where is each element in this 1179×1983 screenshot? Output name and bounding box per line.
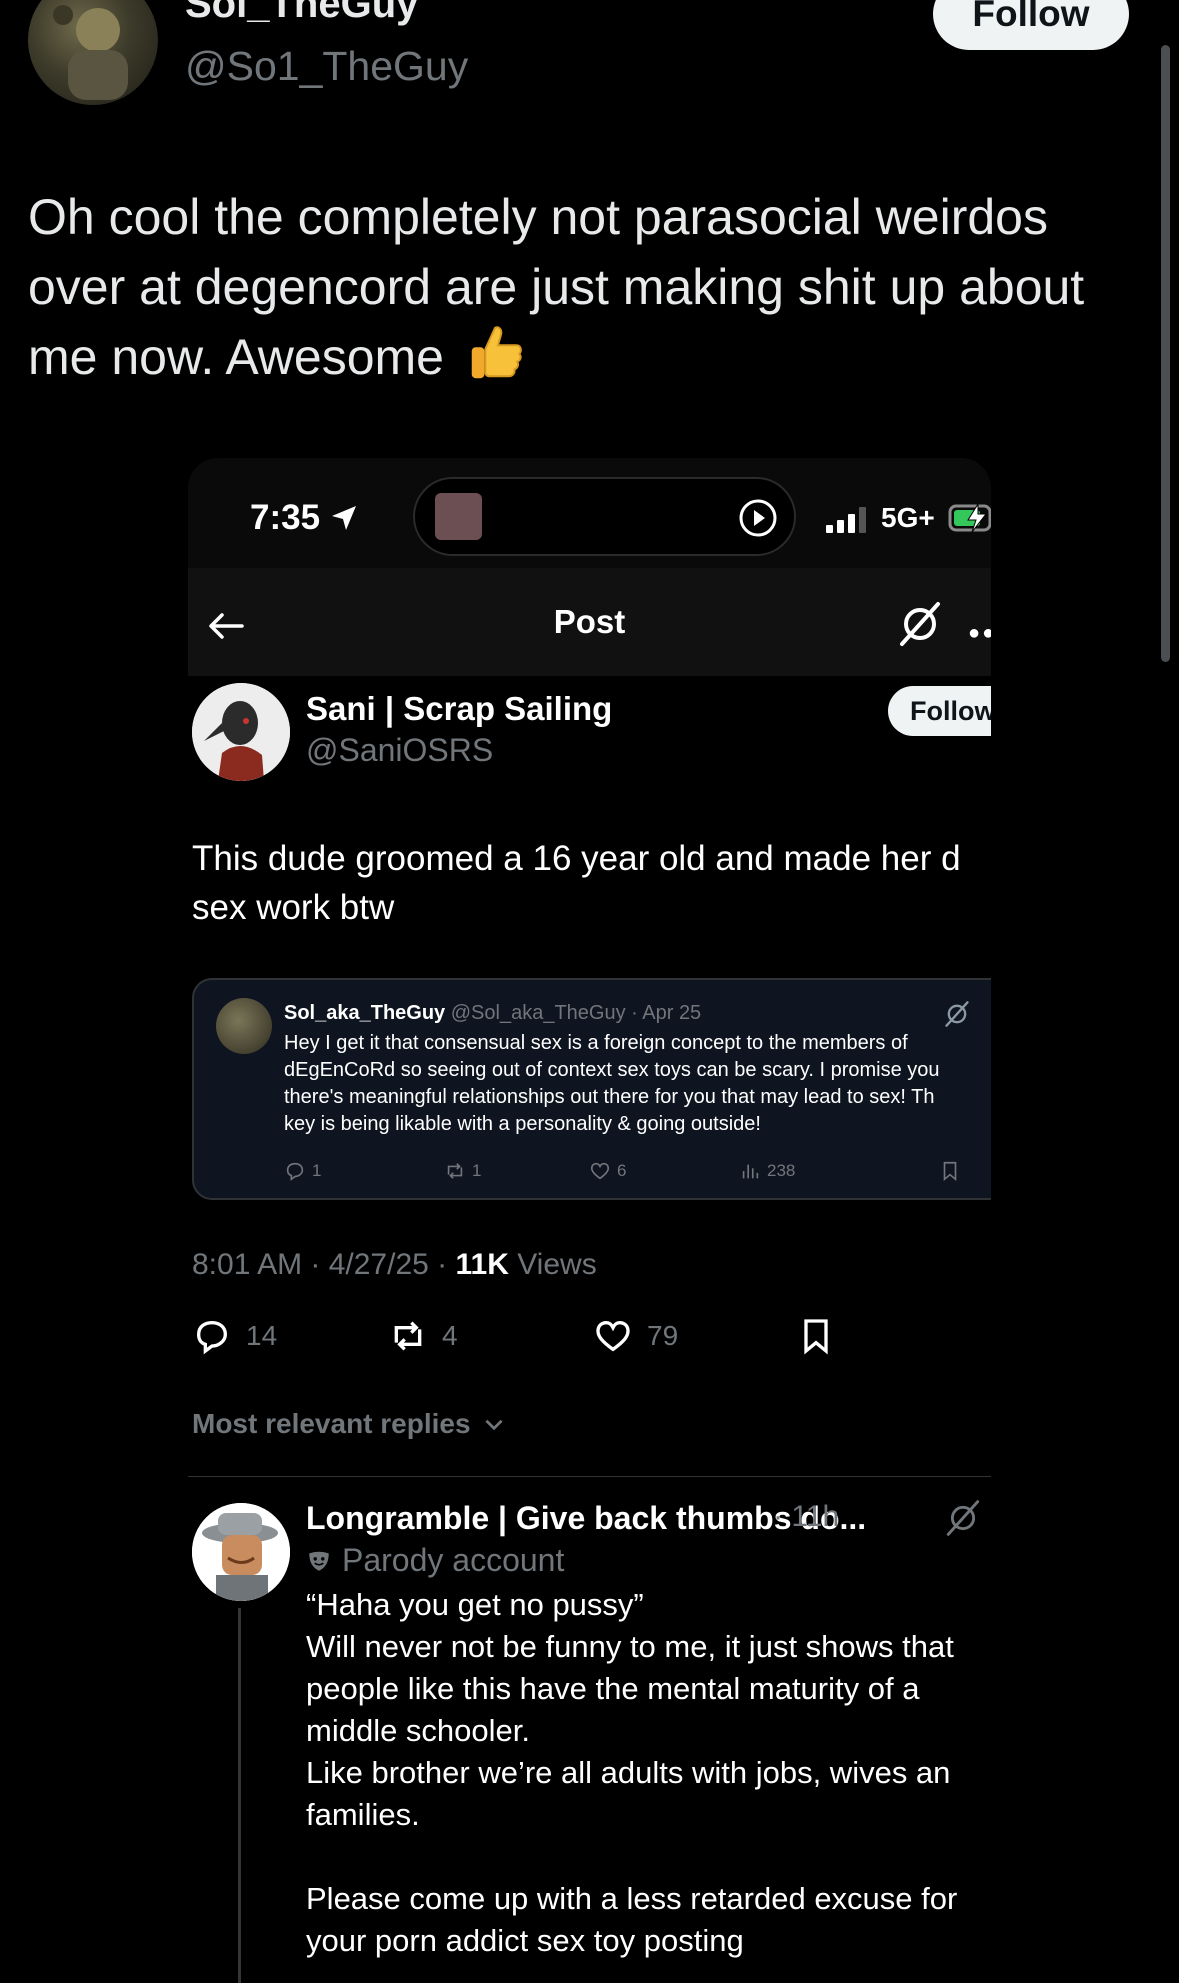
quoted-action-bar: 1 1 6 238 [284, 1160, 964, 1188]
grok-icon[interactable] [898, 600, 942, 648]
replies-sort-dropdown[interactable]: Most relevant replies [192, 1408, 507, 1440]
post-text-line-2: sex work btw [192, 888, 395, 927]
thumbs-up-icon [464, 322, 526, 384]
divider [188, 1476, 991, 1477]
battery-charging-icon [948, 502, 991, 533]
parody-mask-icon [309, 1551, 329, 1571]
quoted-post-header: Sol_aka_TheGuy @Sol_aka_TheGuy · Apr 25 [284, 1002, 701, 1025]
heart-icon [596, 1320, 630, 1352]
quoted-repost-count: 1 [472, 1161, 482, 1180]
outer-post-text-content: Oh cool the completely not parasocial we… [28, 189, 1085, 385]
status-time: 7:35 [250, 498, 321, 537]
post-views-count: 11K [455, 1248, 509, 1281]
thread-line [238, 1608, 241, 1983]
outer-author-handle[interactable]: @So1_TheGuy [185, 43, 468, 90]
post-author-handle[interactable]: @SaniOSRS [306, 732, 493, 769]
nav-title: Post [553, 603, 626, 640]
post-author-name[interactable]: Sani | Scrap Sailing [306, 690, 612, 728]
chevron-down-icon [485, 1419, 503, 1431]
outer-author-avatar[interactable] [28, 0, 158, 105]
quoted-views-count: 238 [767, 1161, 796, 1180]
outer-author-name[interactable]: Sol_TheGuy [185, 0, 418, 27]
quoted-reply-count: 1 [312, 1161, 322, 1180]
bookmark-icon [804, 1319, 828, 1355]
more-options-icon[interactable]: ●● [968, 622, 991, 645]
quoted-bookmark-button[interactable] [939, 1160, 961, 1182]
quoted-text-line-2: dEgEnCoRd so seeing out of context sex t… [284, 1059, 940, 1081]
post-views-label: Views [508, 1248, 597, 1281]
quoted-author-avatar[interactable] [216, 998, 272, 1054]
reply-count: 14 [246, 1320, 278, 1351]
media-thumbnail [435, 493, 482, 540]
embedded-screenshot: 7:35 5G+ Post ●● Sani | Scrap Sailing @S… [188, 458, 991, 1983]
reply-grok-icon[interactable] [945, 1498, 981, 1538]
repost-button[interactable]: 4 [388, 1316, 458, 1356]
like-button[interactable]: 79 [593, 1316, 678, 1356]
reply-icon [286, 1162, 304, 1181]
quoted-repost-button[interactable]: 1 [444, 1160, 481, 1182]
post-text-line-1: This dude groomed a 16 year old and made… [192, 839, 961, 878]
quoted-post[interactable]: Sol_aka_TheGuy @Sol_aka_TheGuy · Apr 25 … [192, 978, 991, 1200]
post-author-avatar[interactable] [192, 683, 290, 781]
quoted-like-button[interactable]: 6 [589, 1160, 626, 1182]
quoted-text-line-4: key is being likable with a personality … [284, 1113, 761, 1135]
heart-icon [590, 1162, 610, 1180]
quoted-text-line-3: there's meaningful relationships out the… [284, 1086, 935, 1108]
parody-label: Parody account [342, 1542, 565, 1578]
quoted-views-button[interactable]: 238 [739, 1160, 795, 1182]
quoted-reply-button[interactable]: 1 [284, 1160, 321, 1182]
reply-text: “Haha you get no pussy” Will never not b… [306, 1587, 958, 1958]
screen-record-icon [739, 499, 777, 537]
post-timestamp: 8:01 AM · 4/27/25 · [192, 1248, 456, 1281]
reply-button[interactable]: 14 [192, 1316, 277, 1356]
repost-icon [394, 1321, 422, 1351]
post-follow-button[interactable]: Follow [888, 686, 991, 736]
quoted-like-count: 6 [617, 1161, 627, 1180]
dynamic-island [413, 477, 796, 556]
reply-icon [196, 1320, 228, 1355]
location-arrow-icon [332, 506, 356, 530]
parody-badge: Parody account [306, 1542, 564, 1579]
reply-time: · 11h [773, 1500, 840, 1533]
like-count: 79 [647, 1320, 679, 1351]
quoted-grok-icon[interactable] [944, 1000, 970, 1028]
bookmark-icon [943, 1161, 957, 1182]
views-icon [742, 1164, 759, 1179]
scrollbar[interactable] [1161, 45, 1170, 662]
quoted-post-text: Hey I get it that consensual sex is a fo… [284, 1030, 991, 1138]
quoted-text-line-1: Hey I get it that consensual sex is a fo… [284, 1032, 908, 1054]
replies-sort-label: Most relevant replies [192, 1408, 471, 1439]
post-meta: 8:01 AM · 4/27/25 · 11K Views [192, 1248, 597, 1282]
reply-author-avatar[interactable] [192, 1503, 290, 1601]
repost-count: 4 [442, 1320, 458, 1351]
outer-post-text: Oh cool the completely not parasocial we… [28, 182, 1148, 392]
quoted-author-name[interactable]: Sol_aka_TheGuy [284, 1002, 445, 1024]
signal-icon [826, 507, 866, 533]
bookmark-button[interactable] [796, 1316, 836, 1356]
network-type: 5G+ [881, 502, 935, 533]
outer-follow-button[interactable]: Follow [933, 0, 1129, 50]
quoted-author-handle-date: @Sol_aka_TheGuy · Apr 25 [445, 1002, 702, 1024]
post-text: This dude groomed a 16 year old and made… [192, 834, 991, 932]
repost-icon [447, 1163, 463, 1179]
